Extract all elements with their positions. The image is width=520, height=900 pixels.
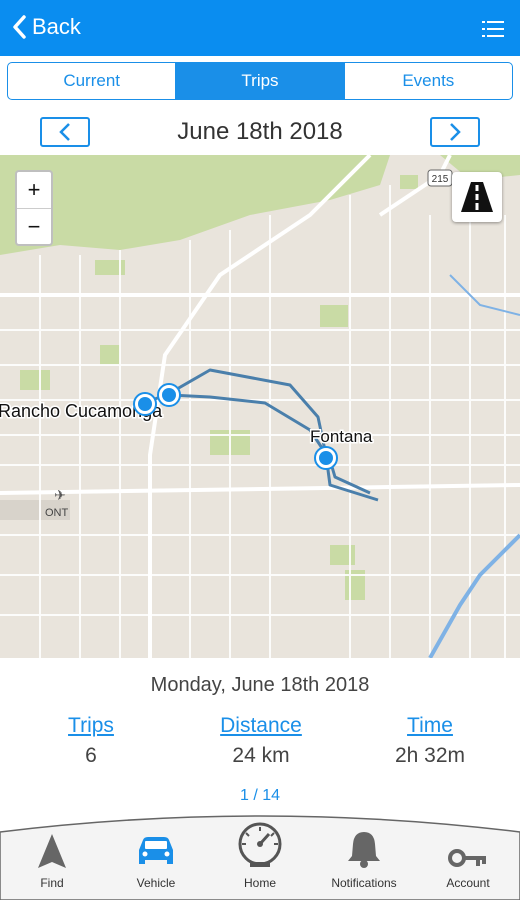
- distance-stat: Distance 24 km: [186, 714, 336, 768]
- key-icon: [448, 849, 486, 867]
- chevron-left-icon: [59, 123, 70, 141]
- traffic-toggle-button[interactable]: [452, 172, 502, 222]
- place-label-ont: ONT: [45, 507, 69, 519]
- park-area: [330, 545, 355, 565]
- back-label: Back: [32, 14, 81, 39]
- trip-marker[interactable]: [133, 392, 157, 416]
- park-area: [320, 305, 348, 327]
- tab-events[interactable]: Events: [345, 63, 512, 99]
- back-button[interactable]: Back: [12, 14, 81, 40]
- time-stat: Time 2h 32m: [355, 714, 505, 768]
- distance-link[interactable]: Distance: [186, 714, 336, 738]
- mountain-area: [0, 155, 390, 255]
- previous-day-button[interactable]: [40, 117, 90, 147]
- chevron-left-icon: [13, 15, 26, 39]
- bottom-tab-bar: Find Vehicle Home Notifications Account: [0, 810, 520, 900]
- chevron-right-icon: [450, 123, 461, 141]
- park-area: [400, 175, 418, 189]
- tab-vehicle[interactable]: Vehicle: [104, 818, 208, 898]
- zoom-in-button[interactable]: +: [17, 172, 51, 209]
- map-canvas[interactable]: Rancho Cucamonga Fontana ONT ✈ 215: [0, 155, 520, 658]
- page-indicator: 1 / 14: [239, 787, 281, 804]
- summary-date: Monday, June 18th 2018: [150, 674, 370, 696]
- park-area: [20, 370, 50, 390]
- trip-marker[interactable]: [157, 383, 181, 407]
- date-navigation: June 18th 2018: [0, 112, 520, 152]
- airport-icon: ✈: [54, 488, 66, 504]
- time-link[interactable]: Time: [355, 714, 505, 738]
- trips-stat: Trips 6: [16, 714, 166, 768]
- park-area: [100, 345, 120, 365]
- highway-label: 215: [432, 174, 449, 185]
- tab-notifications-label: Notifications: [331, 876, 397, 890]
- trip-map[interactable]: Rancho Cucamonga Fontana ONT ✈ 215: [0, 155, 520, 658]
- zoom-control: + −: [15, 170, 53, 246]
- river: [428, 533, 520, 658]
- speedometer-icon: [238, 822, 282, 867]
- navigation-arrow-icon: [38, 834, 66, 868]
- next-day-button[interactable]: [430, 117, 480, 147]
- place-label-fontana: Fontana: [310, 427, 373, 446]
- tab-account[interactable]: Account: [416, 818, 520, 898]
- trips-link[interactable]: Trips: [16, 714, 166, 738]
- top-bar: Back: [0, 0, 520, 56]
- trips-value: 6: [85, 744, 97, 767]
- tab-current[interactable]: Current: [8, 63, 177, 99]
- bell-icon: [348, 832, 380, 868]
- tab-find-label: Find: [40, 876, 64, 890]
- list-menu-icon[interactable]: [482, 20, 504, 38]
- car-icon: [139, 837, 173, 864]
- street-grid: [0, 185, 520, 658]
- tab-notifications[interactable]: Notifications: [312, 818, 416, 898]
- time-value: 2h 32m: [394, 744, 466, 767]
- tab-home[interactable]: Home: [208, 818, 312, 898]
- trip-marker[interactable]: [314, 446, 338, 470]
- segmented-control: Current Trips Events: [7, 62, 513, 100]
- tab-vehicle-label: Vehicle: [136, 876, 176, 890]
- road-icon: [461, 182, 493, 212]
- distance-value: 24 km: [232, 744, 290, 767]
- tab-account-label: Account: [446, 876, 490, 890]
- tab-home-label: Home: [243, 876, 276, 890]
- tab-trips[interactable]: Trips: [176, 63, 345, 99]
- tab-find[interactable]: Find: [0, 818, 104, 898]
- zoom-out-button[interactable]: −: [17, 209, 51, 245]
